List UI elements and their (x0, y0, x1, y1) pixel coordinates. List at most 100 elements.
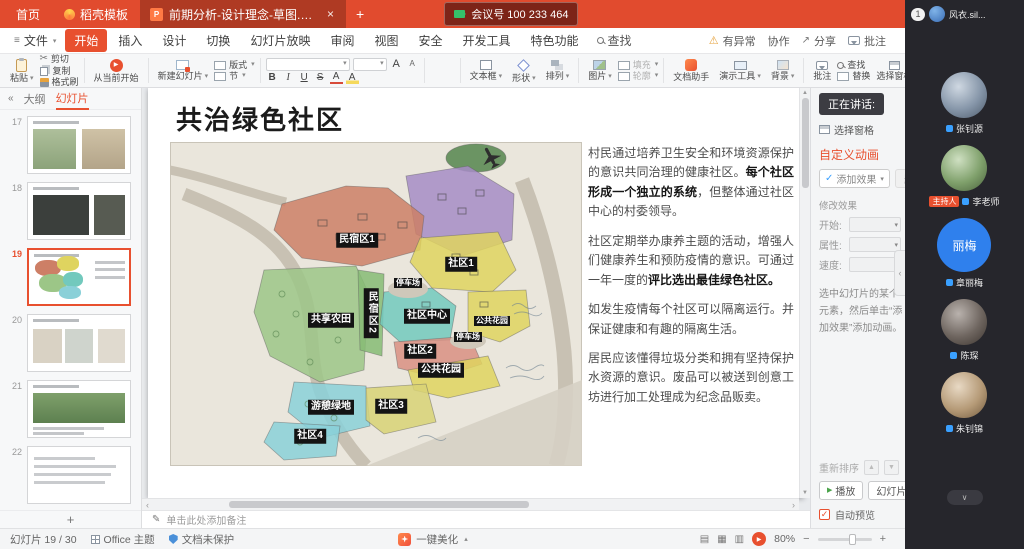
share-button[interactable]: ↗ 分享 (802, 33, 836, 49)
align-center-button[interactable] (437, 71, 441, 73)
participant-章丽梅[interactable]: 丽梅章丽梅 (937, 218, 991, 289)
slide-thumbnail-20[interactable]: 20 (0, 310, 141, 376)
menu-tab-切换[interactable]: 切换 (197, 29, 239, 52)
meeting-id-badge[interactable]: 会议号 100 233 464 (444, 2, 578, 26)
shapes-button[interactable]: 形状▾ (508, 57, 540, 85)
menu-tab-审阅[interactable]: 审阅 (321, 29, 363, 52)
reading-view-button[interactable]: ▥ (735, 534, 744, 545)
zoom-out-button[interactable]: − (803, 533, 809, 545)
zoom-slider-knob[interactable] (849, 534, 856, 545)
scrollbar-thumb[interactable] (802, 98, 809, 188)
start-select[interactable]: ▾ (849, 217, 901, 232)
menu-tab-幻灯片放映[interactable]: 幻灯片放映 (241, 29, 319, 52)
notes-bar[interactable]: ✎ 单击此处添加备注 (142, 510, 810, 528)
theme-button[interactable]: Office 主题 (91, 532, 155, 547)
scroll-left-icon[interactable]: ‹ (146, 500, 149, 510)
font-color-button[interactable]: A (330, 72, 343, 84)
ribbon-comment-button[interactable]: 批注 (809, 59, 835, 83)
beautify-button[interactable]: 一键美化 ▴ (398, 532, 468, 547)
slideshow-play-button[interactable]: ▶ (752, 532, 766, 546)
slide-canvas[interactable]: 共治绿色社区 (142, 88, 810, 510)
menu-tab-插入[interactable]: 插入 (109, 29, 151, 52)
zoom-slider[interactable] (818, 538, 872, 541)
justify-button[interactable] (451, 71, 455, 73)
participant-朱钊锦[interactable]: 朱钊锦 (941, 372, 987, 435)
panel-collapse-handle[interactable]: ‹ (894, 250, 905, 296)
strikethrough-button[interactable]: S (314, 72, 327, 84)
menu-tab-开发工具[interactable]: 开发工具 (454, 29, 520, 52)
layout-button[interactable]: 版式▾ (214, 60, 255, 70)
menu-tab-开始[interactable]: 开始 (65, 29, 107, 52)
increase-font-button[interactable]: A (390, 58, 403, 70)
home-tab[interactable]: 首页 (4, 0, 52, 28)
highlight-button[interactable]: A (346, 72, 359, 84)
decrease-font-button[interactable]: A (406, 58, 419, 70)
community-map[interactable]: 民宿区1社区1停车场共享农田民宿区2社区中心公共花园停车场社区2公共花园游憩绿地… (170, 142, 582, 466)
textbox-button[interactable]: 文本框▾ (466, 58, 507, 83)
add-effect-button[interactable]: ✓ 添加效果 ▾ (819, 169, 890, 188)
new-tab-button[interactable]: + (346, 6, 374, 22)
slide-19[interactable]: 共治绿色社区 (148, 88, 804, 498)
slide-thumbnail-22[interactable]: 22 (0, 442, 141, 508)
bold-button[interactable]: B (266, 72, 279, 84)
scrollbar-thumb[interactable] (229, 501, 529, 508)
comment-button[interactable]: 批注 (848, 33, 886, 49)
play-animation-button[interactable]: ▶ 播放 (819, 481, 863, 500)
docer-template-tab[interactable]: 稻壳模板 (52, 0, 140, 28)
menu-tab-视图[interactable]: 视图 (365, 29, 407, 52)
slide-thumbnail-19[interactable]: 19 (0, 244, 141, 310)
document-tab[interactable]: P 前期分析-设计理念-草图.pptx × (140, 0, 346, 28)
fill-button[interactable]: 填充▾ (618, 60, 659, 70)
tab-slides[interactable]: 幻灯片 (56, 88, 89, 110)
participant-张钊源[interactable]: 张钊源 (941, 72, 987, 135)
slide-body-text[interactable]: 村民通过培养卫生安全和环境资源保护的意识共同治理的健康社区。每个社区形成一个独立… (588, 144, 794, 417)
menu-find-button[interactable]: 查找 (589, 32, 640, 49)
new-slide-button[interactable]: 新建幻灯片▾ (154, 58, 213, 83)
close-tab-icon[interactable]: × (325, 7, 336, 21)
copy-button[interactable]: 复制 (40, 65, 79, 76)
bullet-list-button[interactable] (430, 68, 434, 70)
collapse-participants-button[interactable]: ∨ (947, 490, 983, 505)
sorter-view-button[interactable]: ▦ (717, 534, 726, 545)
doc-assistant-button[interactable]: 文档助手 (669, 57, 713, 84)
paste-button[interactable]: 粘贴▾ (6, 57, 38, 85)
italic-button[interactable]: I (282, 72, 295, 84)
font-size-select[interactable]: ▾ (353, 58, 387, 71)
menu-tab-设计[interactable]: 设计 (153, 29, 195, 52)
tab-outline[interactable]: 大纲 (24, 91, 46, 107)
background-button[interactable]: 背景▾ (767, 58, 799, 83)
replace-button[interactable]: 替换 (837, 71, 870, 81)
menu-tab-安全[interactable]: 安全 (409, 29, 451, 52)
scroll-up-icon[interactable]: ▲ (802, 90, 808, 96)
normal-view-button[interactable]: ▤ (700, 534, 709, 545)
collapse-panel-icon[interactable]: « (8, 94, 14, 104)
horizontal-scrollbar[interactable]: ‹ › (142, 498, 799, 510)
font-family-select[interactable]: ▾ (266, 58, 350, 71)
numbered-list-button[interactable] (437, 68, 441, 70)
sync-status-button[interactable]: ⚠ 有异常 (709, 33, 756, 49)
slide-title[interactable]: 共治绿色社区 (176, 100, 344, 137)
participant-陈琛[interactable]: 陈琛 (941, 299, 987, 362)
property-select[interactable]: ▾ (849, 237, 901, 252)
indent-increase-button[interactable] (451, 68, 455, 70)
outline-button[interactable]: 轮廓▾ (618, 71, 659, 81)
participant-李老师[interactable]: 主持人李老师 (929, 145, 999, 208)
arrange-button[interactable]: 排列▾ (542, 58, 574, 83)
scroll-right-icon[interactable]: › (792, 500, 795, 510)
scroll-down-icon[interactable]: ▼ (802, 490, 808, 496)
align-left-button[interactable] (430, 71, 434, 73)
move-down-button[interactable]: ▼ (884, 460, 899, 475)
move-up-button[interactable]: ▲ (864, 460, 879, 475)
align-right-button[interactable] (444, 71, 448, 73)
section-button[interactable]: 节▾ (214, 71, 255, 81)
slide-thumbnail-18[interactable]: 18 (0, 178, 141, 244)
underline-button[interactable]: U (298, 72, 311, 84)
format-painter-button[interactable]: 格式刷 (40, 77, 79, 87)
indent-decrease-button[interactable] (444, 68, 448, 70)
slide-thumbnail-21[interactable]: 21 (0, 376, 141, 442)
protection-status[interactable]: 文档未保护 (169, 532, 235, 547)
cut-button[interactable]: ✂剪切 (40, 54, 79, 64)
zoom-in-button[interactable]: + (880, 533, 886, 545)
file-menu[interactable]: ≡ 文件 ▾ (6, 30, 64, 51)
picture-button[interactable]: 图片▾ (584, 58, 616, 83)
